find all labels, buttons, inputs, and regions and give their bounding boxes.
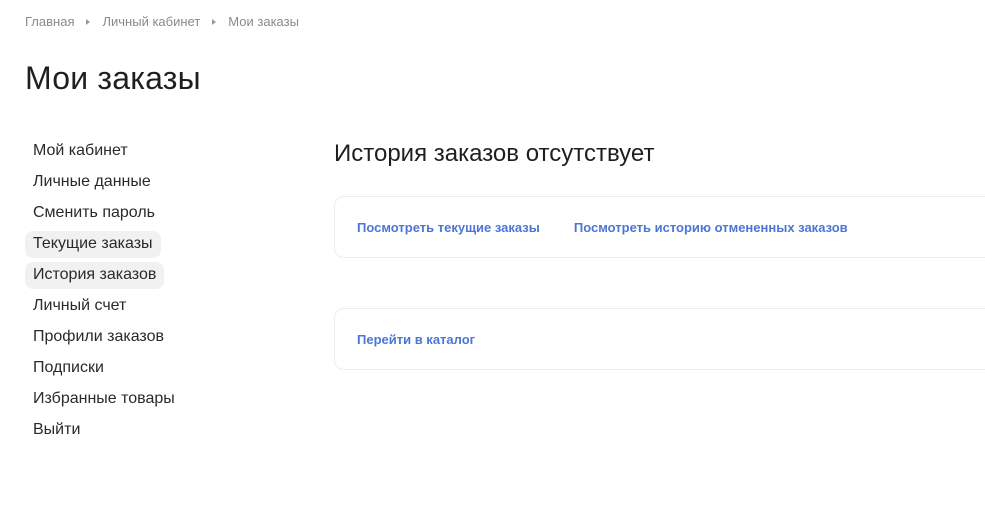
sidebar-link-favorites[interactable]: Избранные товары <box>25 386 183 413</box>
breadcrumb: Главная Личный кабинет Мои заказы <box>25 14 299 29</box>
sidebar-link-change-password[interactable]: Сменить пароль <box>25 200 163 227</box>
sidebar-link-personal-data[interactable]: Личные данные <box>25 169 159 196</box>
breadcrumb-current: Мои заказы <box>228 14 299 29</box>
sidebar-item-favorites: Избранные товары <box>25 386 265 417</box>
sidebar-item-order-history: История заказов <box>25 262 265 293</box>
page-title: Мои заказы <box>25 60 201 96</box>
sidebar-item-my-account: Мой кабинет <box>25 138 265 169</box>
catalog-card: Перейти в каталог <box>334 308 985 370</box>
sidebar-link-order-profiles[interactable]: Профили заказов <box>25 324 172 351</box>
go-to-catalog-link[interactable]: Перейти в каталог <box>357 332 475 347</box>
sidebar-link-logout[interactable]: Выйти <box>25 417 88 444</box>
sidebar-item-order-profiles: Профили заказов <box>25 324 265 355</box>
sidebar-menu: Мой кабинет Личные данные Сменить пароль… <box>25 138 265 448</box>
empty-history-heading: История заказов отсутствует <box>334 140 655 167</box>
sidebar-link-my-account[interactable]: Мой кабинет <box>25 138 136 165</box>
sidebar-item-subscriptions: Подписки <box>25 355 265 386</box>
sidebar-item-logout: Выйти <box>25 417 265 448</box>
breadcrumb-separator-icon <box>212 18 217 25</box>
sidebar-item-current-orders: Текущие заказы <box>25 231 265 262</box>
breadcrumb-separator-icon <box>86 18 91 25</box>
view-current-orders-link[interactable]: Посмотреть текущие заказы <box>357 220 540 235</box>
order-links-card: Посмотреть текущие заказы Посмотреть ист… <box>334 196 985 258</box>
sidebar-item-personal-account: Личный счет <box>25 293 265 324</box>
sidebar-item-change-password: Сменить пароль <box>25 200 265 231</box>
sidebar-link-personal-account[interactable]: Личный счет <box>25 293 134 320</box>
sidebar-link-current-orders[interactable]: Текущие заказы <box>25 231 161 258</box>
sidebar-link-order-history[interactable]: История заказов <box>25 262 165 289</box>
breadcrumb-account[interactable]: Личный кабинет <box>102 14 200 29</box>
breadcrumb-home[interactable]: Главная <box>25 14 74 29</box>
sidebar-item-personal-data: Личные данные <box>25 169 265 200</box>
view-cancelled-orders-link[interactable]: Посмотреть историю отмененных заказов <box>574 220 848 235</box>
sidebar-link-subscriptions[interactable]: Подписки <box>25 355 112 382</box>
